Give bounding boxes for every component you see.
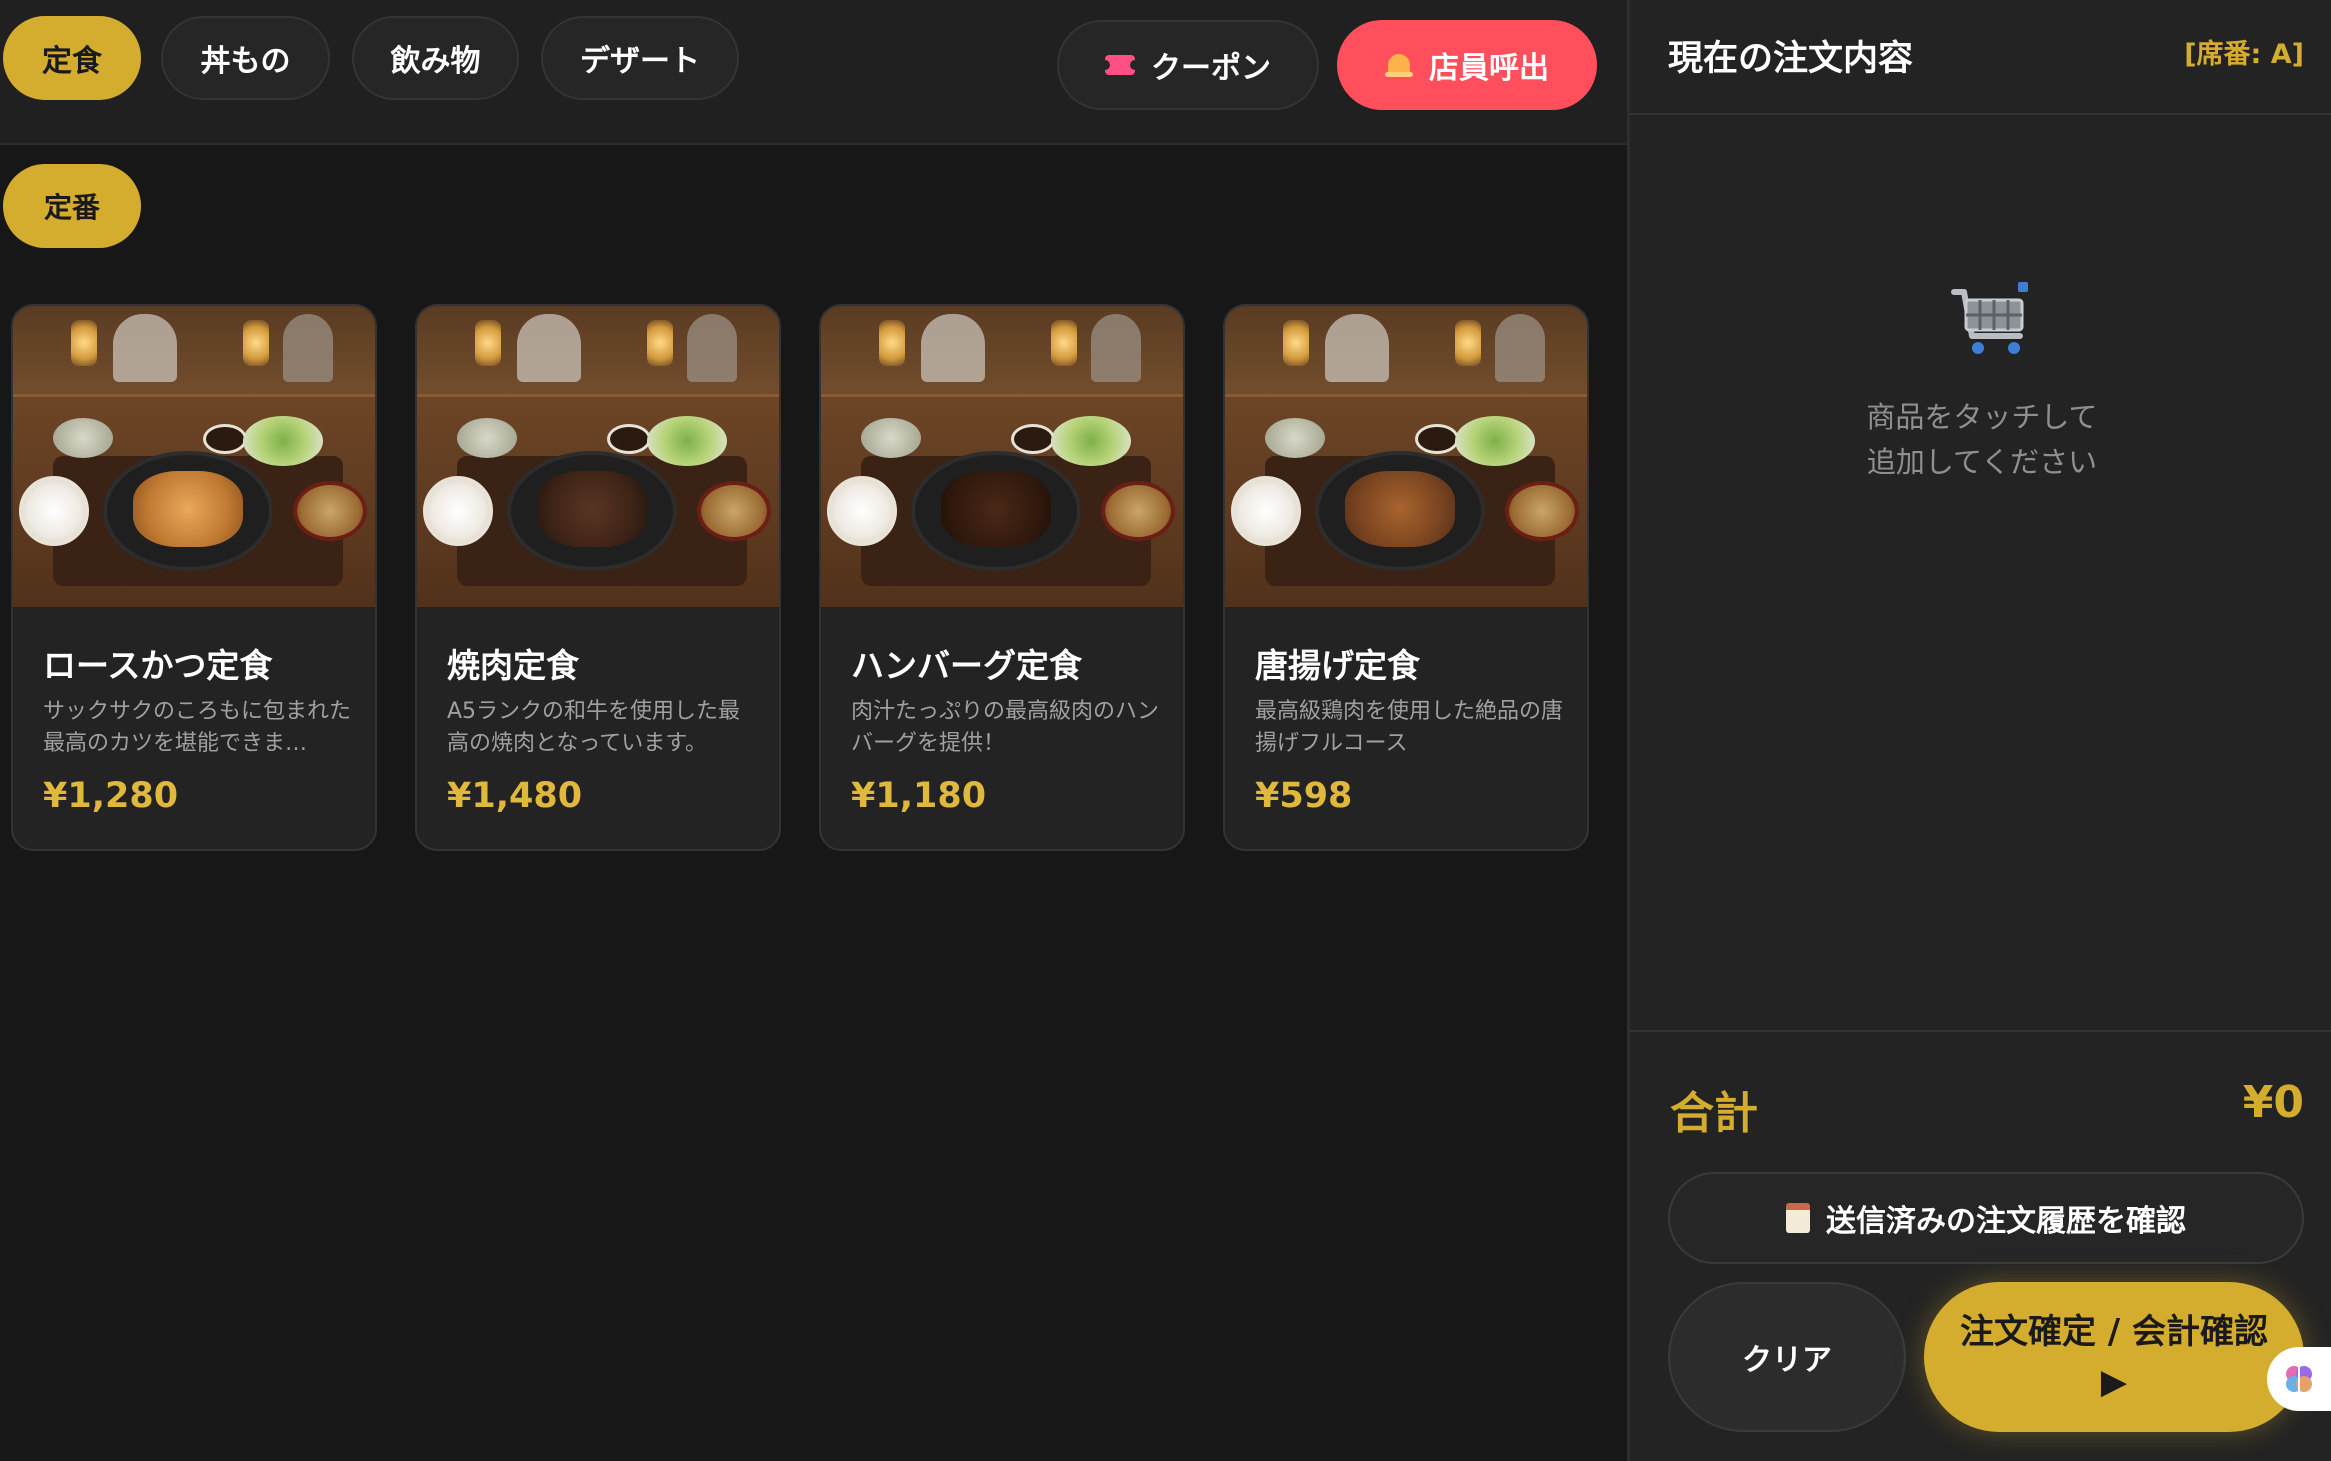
menu-item-description: A5ランクの和牛を使用した最高の焼肉となっています。 [447, 699, 741, 756]
top-bar: 定食 丼もの 飲み物 デザート クーポン 店員呼出 [0, 0, 1627, 145]
shopping-cart-icon [1951, 282, 2028, 354]
confirm-order-button[interactable]: 注文確定 / 会計確認 ▶ [1924, 1282, 2304, 1432]
total-label: 合計 [1670, 1088, 1758, 1139]
clipboard-icon [1786, 1203, 1810, 1233]
menu-item-name: ハンバーグ定食 [851, 646, 1082, 685]
ticket-icon [1100, 55, 1140, 75]
menu-item-description: 最高級鶏肉を使用した絶品の唐揚げフルコース [1255, 699, 1564, 756]
call-staff-button[interactable]: 店員呼出 [1337, 20, 1597, 110]
category-tab-drinks[interactable]: 飲み物 [352, 16, 519, 100]
empty-cart-message: 商品をタッチして 追加してください [1630, 395, 2331, 485]
empty-cart-line-2: 追加してください [1866, 445, 2098, 479]
menu-item-price: ¥1,180 [851, 776, 987, 816]
assistant-icon[interactable] [2267, 1347, 2331, 1411]
total-amount: ¥0 [2242, 1077, 2304, 1128]
bell-icon [1385, 52, 1413, 78]
menu-item-name: ロースかつ定食 [43, 646, 273, 685]
empty-cart-line-1: 商品をタッチして [1866, 400, 2098, 434]
menu-item-name: 唐揚げ定食 [1255, 646, 1420, 685]
coupon-label: クーポン [1151, 51, 1271, 86]
order-panel-header: 現在の注文内容 [席番: A] [1630, 0, 2331, 115]
category-tab-teishoku[interactable]: 定食 [3, 16, 141, 100]
ordering-app: 定食 丼もの 飲み物 デザート クーポン 店員呼出 定番 ロースかつ定食 サック… [0, 0, 2331, 1461]
call-staff-label: 店員呼出 [1429, 51, 1549, 86]
category-tab-dessert[interactable]: デザート [541, 16, 739, 100]
menu-card[interactable]: 焼肉定食 A5ランクの和牛を使用した最高の焼肉となっています。 ¥1,480 [415, 304, 781, 851]
menu-item-description: サックサクのころもに包まれた最高のカツを堪能できま… [43, 699, 352, 756]
subcategory-tab-standard[interactable]: 定番 [3, 164, 141, 248]
menu-card[interactable]: ハンバーグ定食 肉汁たっぷりの最高級肉のハンバーグを提供！ ¥1,180 [819, 304, 1185, 851]
menu-card[interactable]: ロースかつ定食 サックサクのころもに包まれた最高のカツを堪能できま… ¥1,28… [11, 304, 377, 851]
menu-item-description: 肉汁たっぷりの最高級肉のハンバーグを提供！ [851, 699, 1160, 756]
order-panel-title: 現在の注文内容 [1668, 39, 1914, 79]
dish-photo [13, 306, 375, 607]
menu-item-name: 焼肉定食 [447, 646, 579, 685]
order-panel-footer: 合計 ¥0 送信済みの注文履歴を確認 クリア 注文確定 / 会計確認 ▶ [1630, 1030, 2331, 1461]
menu-area: 定食 丼もの 飲み物 デザート クーポン 店員呼出 定番 ロースかつ定食 サック… [0, 0, 1627, 1461]
order-history-label: 送信済みの注文履歴を確認 [1826, 1204, 2186, 1239]
menu-item-price: ¥1,480 [447, 776, 583, 816]
category-tab-donmono[interactable]: 丼もの [161, 16, 330, 100]
dish-photo [821, 306, 1183, 607]
seat-number: [席番: A] [2184, 39, 2304, 70]
menu-card[interactable]: 唐揚げ定食 最高級鶏肉を使用した絶品の唐揚げフルコース ¥598 [1223, 304, 1589, 851]
brain-icon [2286, 1366, 2312, 1392]
clear-button[interactable]: クリア [1668, 1282, 1906, 1432]
order-panel: 現在の注文内容 [席番: A] 商品をタッチして 追加してください 合計 ¥0 … [1627, 0, 2331, 1461]
menu-item-price: ¥1,280 [43, 776, 179, 816]
order-history-button[interactable]: 送信済みの注文履歴を確認 [1668, 1172, 2304, 1264]
dish-photo [417, 306, 779, 607]
dish-photo [1225, 306, 1587, 607]
coupon-button[interactable]: クーポン [1057, 20, 1319, 110]
menu-item-price: ¥598 [1255, 776, 1353, 816]
